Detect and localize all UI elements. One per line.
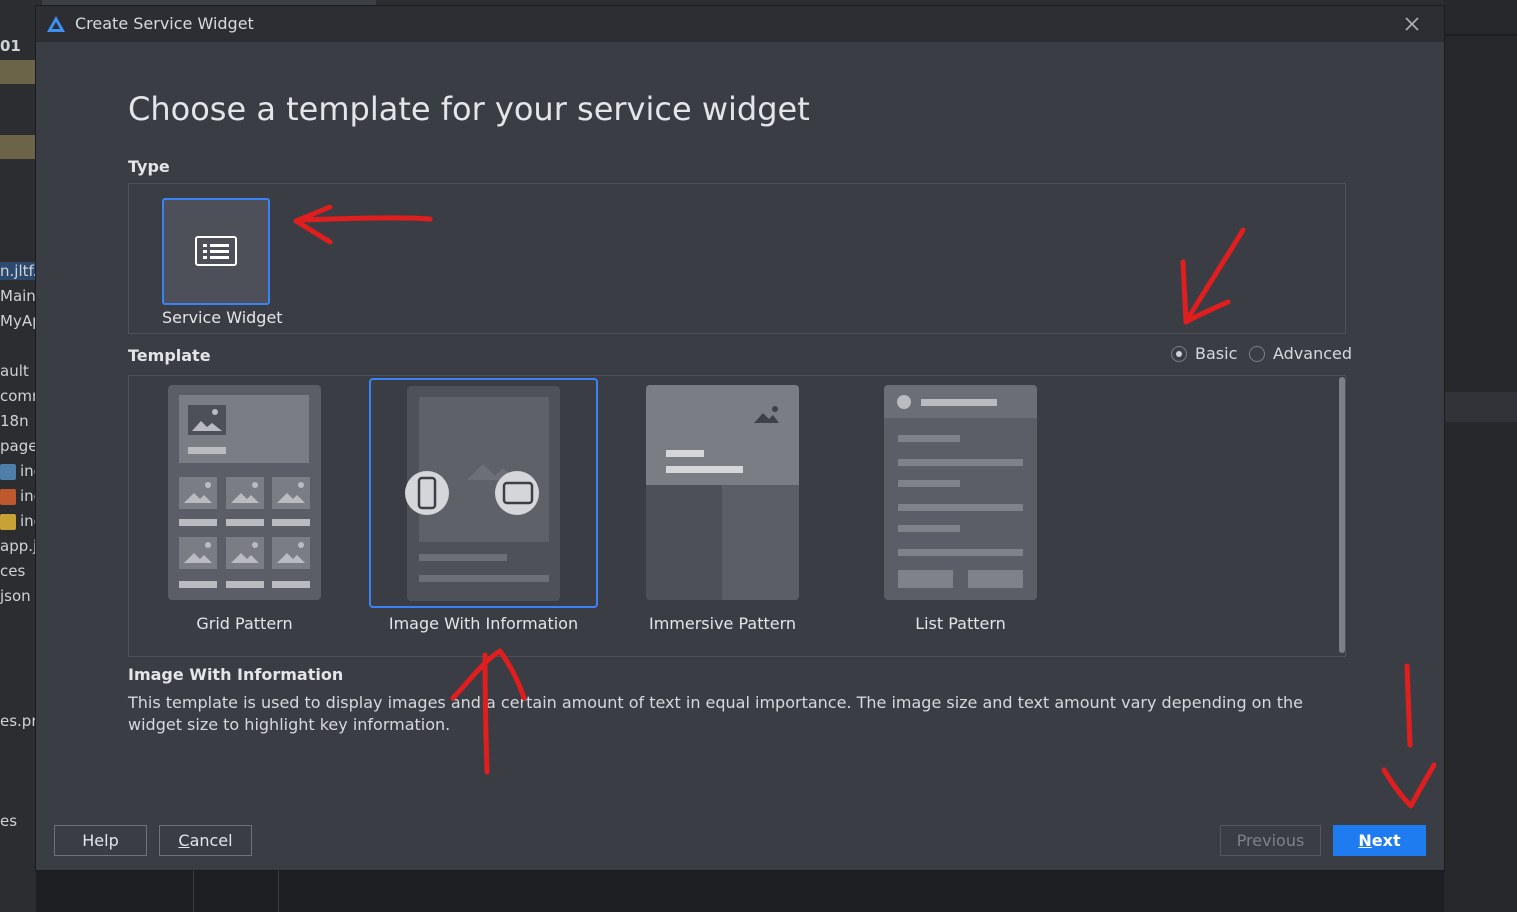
list-pattern-label: List Pattern xyxy=(915,614,1006,633)
dialog-titlebar[interactable]: Create Service Widget xyxy=(36,6,1444,42)
advanced-radio-label: Advanced xyxy=(1273,344,1353,363)
service-widget-label: Service Widget xyxy=(162,308,283,327)
gallery-scrollbar[interactable] xyxy=(1339,377,1345,653)
deveco-logo-icon xyxy=(47,16,65,32)
grid-pattern-thumbnail xyxy=(179,395,310,588)
ide-divider xyxy=(278,870,279,912)
page-heading: Choose a template for your service widge… xyxy=(128,90,810,128)
ide-tree-item[interactable]: Main/ xyxy=(0,287,36,305)
image-with-information-label: Image With Information xyxy=(388,614,579,633)
ide-highlight-row xyxy=(0,60,36,84)
type-section-label: Type xyxy=(128,157,170,176)
basic-radio[interactable]: Basic xyxy=(1171,344,1237,363)
next-button[interactable]: Next xyxy=(1333,825,1426,856)
template-section-label: Template xyxy=(128,346,211,365)
ide-tree-item[interactable]: es.pr xyxy=(0,712,36,730)
ide-tree-item[interactable]: app.js xyxy=(0,537,36,555)
immersive-pattern-thumbnail xyxy=(646,385,799,600)
immersive-pattern-label: Immersive Pattern xyxy=(648,614,797,633)
cancel-button[interactable]: Cancel xyxy=(159,825,252,856)
ide-tree-item[interactable]: ault xyxy=(0,362,29,380)
template-description-text: This template is used to display images … xyxy=(128,693,1303,734)
js-file-icon xyxy=(0,514,16,530)
ide-tree-item[interactable]: MyAp xyxy=(0,312,36,330)
radio-checked-icon[interactable] xyxy=(1171,345,1187,362)
ide-highlight-row xyxy=(0,135,36,159)
template-description-title: Image With Information xyxy=(128,665,344,684)
type-panel: Service Widget xyxy=(128,183,1346,334)
ide-tree-item[interactable]: json xyxy=(0,587,31,605)
grid-pattern-card[interactable] xyxy=(168,385,321,600)
ide-current-line xyxy=(1444,392,1517,422)
radio-unchecked-icon[interactable] xyxy=(1249,345,1265,362)
immersive-pattern-card[interactable] xyxy=(646,385,799,600)
close-icon[interactable] xyxy=(1400,12,1424,36)
ide-project-sidebar: 01 n.jltf.j Main/ MyAp ault comn 18n pag… xyxy=(0,0,36,912)
cancel-label: ancel xyxy=(189,831,233,850)
image-with-information-card[interactable] xyxy=(369,378,598,608)
ide-editor-right xyxy=(1444,0,1517,912)
image-with-information-thumbnail xyxy=(405,386,560,601)
previous-button[interactable]: Previous xyxy=(1220,825,1321,856)
css-file-icon xyxy=(0,464,16,480)
next-label: ext xyxy=(1371,831,1401,850)
next-mnemonic: N xyxy=(1358,831,1372,850)
html-file-icon xyxy=(0,489,16,505)
ide-tree-item[interactable]: 01 xyxy=(0,37,21,55)
ide-divider xyxy=(1444,34,1517,36)
service-widget-type-card[interactable] xyxy=(162,198,270,305)
ide-tree-item[interactable]: n.jltf.j xyxy=(0,262,36,280)
ide-tree-item[interactable]: ces xyxy=(0,562,25,580)
ide-tree-item[interactable]: comn xyxy=(0,387,36,405)
ide-divider xyxy=(193,870,194,912)
help-button[interactable]: Help xyxy=(54,825,147,856)
ide-bottom-panel xyxy=(36,870,1444,912)
ide-tree-item[interactable]: es xyxy=(0,812,17,830)
cancel-mnemonic: C xyxy=(178,831,190,850)
dialog-title: Create Service Widget xyxy=(75,14,254,33)
ide-tree-item[interactable]: inc xyxy=(20,512,36,530)
ide-tree-item[interactable]: inc xyxy=(20,487,36,505)
ide-tree-item[interactable]: 18n xyxy=(0,412,29,430)
grid-pattern-label: Grid Pattern xyxy=(196,614,293,633)
template-gallery: Grid Pattern Image With Information Imme… xyxy=(128,375,1346,657)
basic-radio-label: Basic xyxy=(1195,344,1238,363)
create-service-widget-dialog: Create Service Widget Choose a template … xyxy=(36,6,1444,870)
ide-tree-item[interactable]: pages xyxy=(0,437,36,455)
list-pattern-thumbnail xyxy=(884,385,1037,588)
widget-list-icon xyxy=(195,236,237,266)
ide-tree-item[interactable]: inc xyxy=(20,462,36,480)
list-pattern-card[interactable] xyxy=(884,385,1037,600)
advanced-radio[interactable]: Advanced xyxy=(1249,344,1352,363)
